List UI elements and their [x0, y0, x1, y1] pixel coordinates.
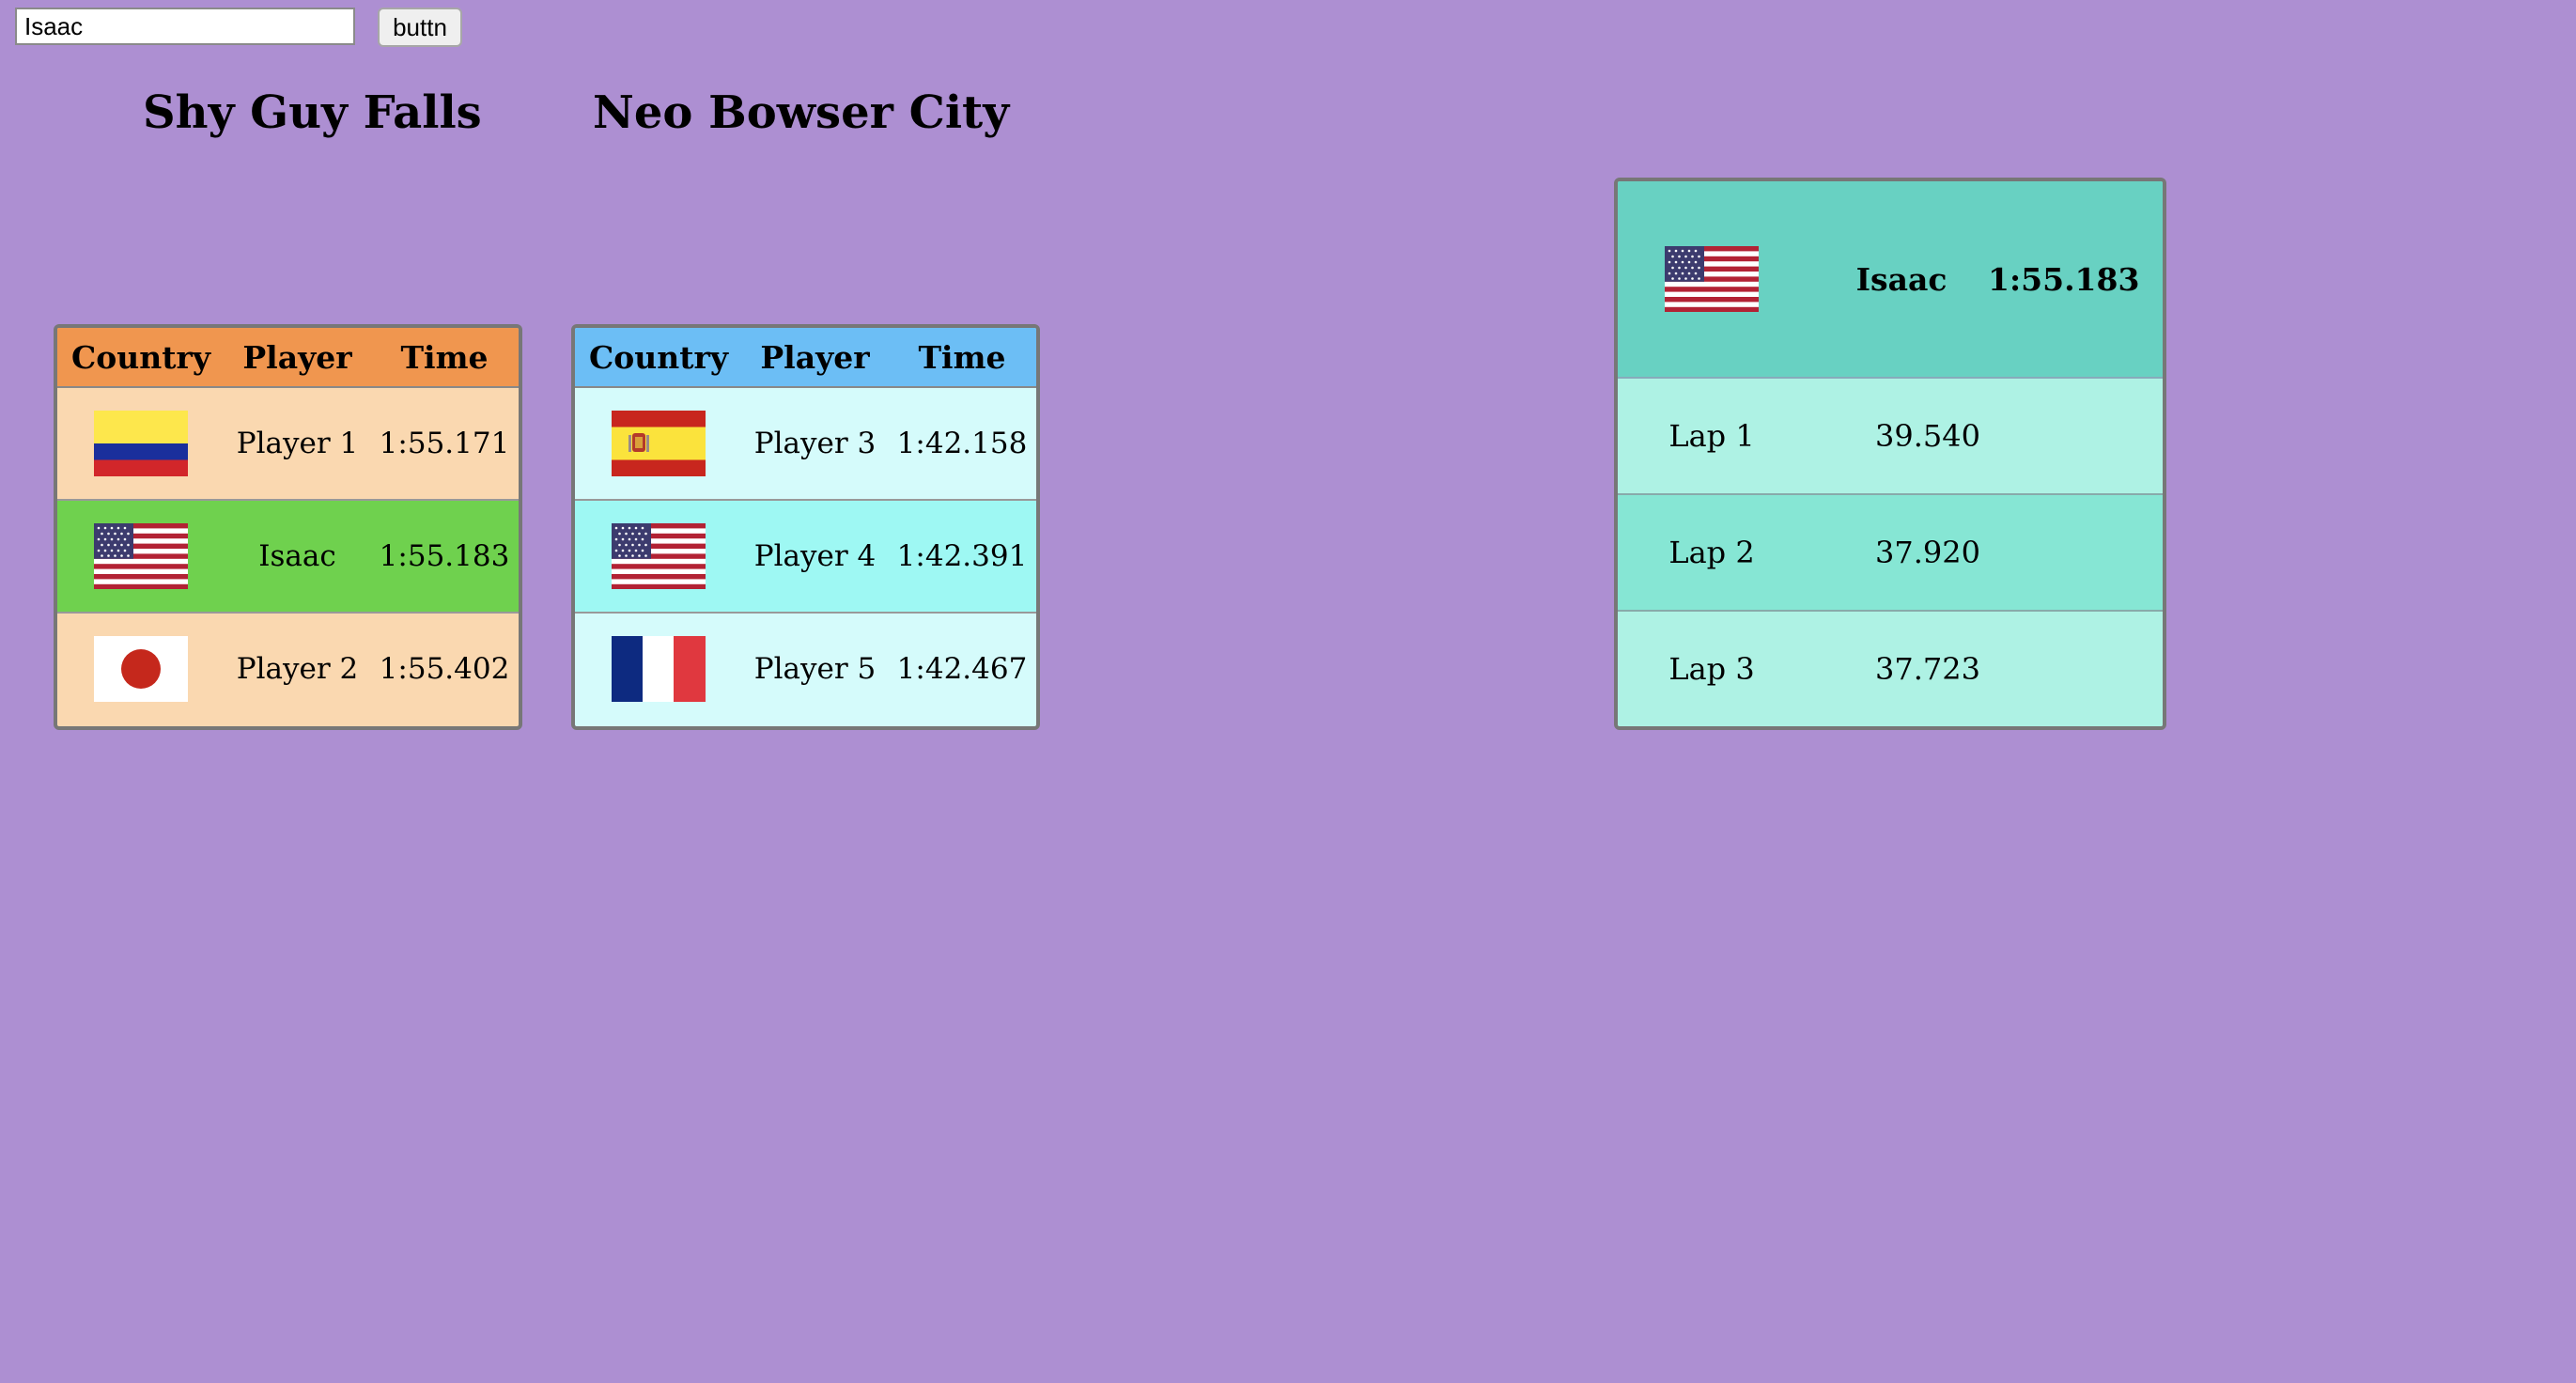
table-row-highlighted[interactable]: Isaac 1:55.183 [57, 499, 519, 613]
lap-time: 37.723 [1875, 651, 1980, 687]
lap-time: 39.540 [1875, 418, 1980, 454]
country-cell [57, 387, 225, 500]
lap-time: 1:55.183 [370, 499, 519, 613]
country-cell [57, 612, 225, 724]
search-input[interactable] [15, 8, 355, 45]
detail-header: Isaac 1:55.183 [1618, 181, 2163, 379]
japan-flag-icon [94, 636, 188, 702]
usa-flag-icon [94, 523, 188, 589]
table-row[interactable]: Player 4 1:42.391 [575, 499, 1036, 613]
table-row[interactable]: Player 5 1:42.467 [575, 612, 1036, 724]
table-header-row: Country Player Time [575, 328, 1036, 388]
country-cell [575, 499, 742, 613]
lap-time: 1:55.171 [379, 427, 510, 460]
track-title-neo-bowser-city: Neo Bowser City [593, 86, 1010, 139]
player-name: Player 1 [236, 427, 359, 460]
go-button[interactable]: buttn [378, 8, 462, 47]
lap-time: 1:55.402 [370, 612, 519, 724]
player-name: Player 2 [225, 612, 370, 724]
track-title-shy-guy-falls: Shy Guy Falls [143, 86, 482, 139]
lap-time: 1:42.467 [888, 612, 1036, 724]
table-header-row: Country Player Time [57, 328, 519, 388]
lap-row: Lap 3 37.723 [1618, 612, 2163, 726]
lap-row: Lap 2 37.920 [1618, 495, 2163, 612]
colombia-flag-icon [94, 411, 188, 476]
column-header-player: Player [742, 328, 888, 388]
detail-total-time: 1:55.183 [1988, 260, 2140, 298]
column-header-time: Time [370, 328, 519, 388]
lap-time: 1:42.391 [888, 499, 1036, 613]
spain-flag-icon [612, 411, 706, 476]
player-detail-card: Isaac 1:55.183 Lap 1 39.540 Lap 2 37.920… [1614, 178, 2166, 730]
lap-time: 1:42.158 [896, 427, 1028, 460]
leaderboard-shy-guy-falls: Country Player Time Player 1 1:55.171 Is… [54, 324, 522, 730]
france-flag-icon [612, 636, 706, 702]
usa-flag-icon [1665, 246, 1759, 312]
usa-flag-icon [612, 523, 706, 589]
detail-player-name: Isaac [1855, 260, 1948, 298]
lap-label: Lap 3 [1668, 651, 1755, 687]
lap-label: Lap 1 [1668, 418, 1755, 454]
table-row[interactable]: Player 1 1:55.171 [57, 387, 519, 500]
leaderboard-neo-bowser-city: Country Player Time Player 3 1:42.158 Pl… [571, 324, 1040, 730]
country-cell [575, 387, 742, 500]
column-header-country: Country [57, 328, 225, 388]
country-cell [57, 499, 225, 613]
player-name: Player 3 [753, 427, 877, 460]
player-name: Player 5 [742, 612, 888, 724]
table-row[interactable]: Player 3 1:42.158 [575, 387, 1036, 500]
column-header-player: Player [225, 328, 370, 388]
table-row[interactable]: Player 2 1:55.402 [57, 612, 519, 724]
lap-row: Lap 1 39.540 [1618, 379, 2163, 495]
country-cell [575, 612, 742, 724]
column-header-time: Time [888, 328, 1036, 388]
lap-label: Lap 2 [1668, 535, 1755, 570]
player-name: Player 4 [742, 499, 888, 613]
lap-time: 37.920 [1875, 535, 1980, 570]
player-name: Isaac [225, 499, 370, 613]
column-header-country: Country [575, 328, 742, 388]
